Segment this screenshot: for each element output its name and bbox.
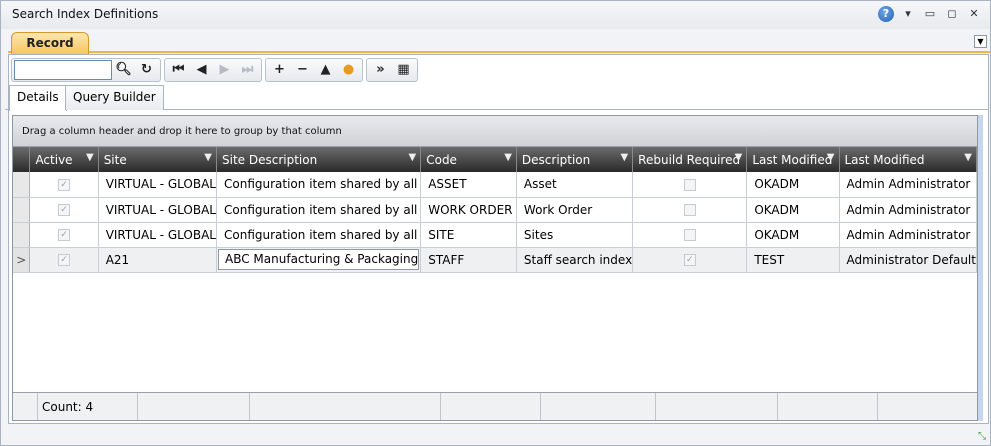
- column-header-description[interactable]: Description ▼: [516, 147, 634, 172]
- cell-last-modified-by[interactable]: OKADM: [746, 222, 840, 248]
- cell-code[interactable]: WORK ORDER: [420, 197, 517, 223]
- last-record-icon[interactable]: ⏭: [236, 60, 259, 80]
- cell-description[interactable]: Staff search index: [516, 247, 634, 273]
- cell-description[interactable]: Work Order: [516, 197, 634, 223]
- rebuild-checkbox[interactable]: [632, 172, 748, 198]
- filter-icon[interactable]: ▼: [204, 152, 212, 163]
- cell-last-modified-name[interactable]: Admin Administrator: [839, 222, 977, 248]
- tab-record[interactable]: Record: [11, 32, 89, 54]
- restore-button[interactable]: ◻: [944, 6, 960, 22]
- tab-query-builder[interactable]: Query Builder: [65, 85, 164, 110]
- table-row[interactable]: ✓ VIRTUAL - GLOBAL Configuration item sh…: [13, 222, 977, 248]
- filter-icon[interactable]: ▼: [827, 152, 835, 163]
- refresh-icon[interactable]: ↻: [135, 60, 158, 80]
- record-count: Count: 4: [38, 393, 138, 420]
- cell-site[interactable]: VIRTUAL - GLOBAL: [98, 197, 218, 223]
- filter-icon[interactable]: ▼: [620, 152, 628, 163]
- column-header-rebuild-required[interactable]: Rebuild Required ▼: [632, 147, 748, 172]
- filter-icon[interactable]: ▼: [735, 152, 743, 163]
- grid-footer: Count: 4: [13, 392, 977, 420]
- resize-grip-icon[interactable]: ⤡: [978, 431, 986, 442]
- toolbar: 🔍︎ ↻ ⏮ ◀ ▶ ⏭ + − ▲ ● » ▦: [11, 57, 421, 83]
- column-header-site-description[interactable]: Site Description ▼: [216, 147, 422, 172]
- cell-last-modified-by[interactable]: OKADM: [746, 197, 840, 223]
- active-checkbox[interactable]: ✓: [29, 222, 99, 248]
- grid-table: Active ▼ Site ▼ Site Description ▼ Code ▼ De…: [13, 147, 977, 273]
- title-bar: Search Index Definitions ? ▾ ▭ ◻ ✕: [1, 1, 990, 29]
- previous-record-icon[interactable]: ◀: [190, 60, 213, 80]
- table-row[interactable]: ✓ VIRTUAL - GLOBAL Configuration item sh…: [13, 172, 977, 198]
- row-selector[interactable]: [13, 172, 31, 198]
- move-up-icon[interactable]: ▲: [314, 60, 337, 80]
- cell-site[interactable]: A21: [98, 247, 218, 273]
- cell-last-modified-name[interactable]: Admin Administrator: [839, 172, 977, 198]
- cell-last-modified-by[interactable]: OKADM: [746, 172, 840, 198]
- cell-code[interactable]: ASSET: [420, 172, 517, 198]
- column-header-last-modified-name[interactable]: Last Modified ▼: [839, 147, 977, 172]
- active-checkbox[interactable]: ✓: [29, 247, 99, 273]
- column-header-last-modified-by[interactable]: Last Modified ▼: [746, 147, 840, 172]
- minimize-button[interactable]: ▭: [922, 6, 938, 22]
- cell-description[interactable]: Asset: [516, 172, 634, 198]
- cell-last-modified-by[interactable]: TEST: [746, 247, 840, 273]
- detail-tabs: Details Query Builder: [5, 83, 988, 111]
- filter-icon[interactable]: ▼: [409, 152, 417, 163]
- next-record-icon[interactable]: ▶: [213, 60, 236, 80]
- window-title: Search Index Definitions: [12, 7, 159, 21]
- cell-site-description[interactable]: ABC Manufacturing & Packaging: [218, 249, 420, 270]
- chevron-down-icon[interactable]: ▾: [900, 6, 916, 22]
- cell-site-description-editor[interactable]: ABC Manufacturing & Packaging: [216, 247, 422, 273]
- row-selector[interactable]: [13, 222, 31, 248]
- close-button[interactable]: ✕: [966, 6, 982, 22]
- window: Search Index Definitions ? ▾ ▭ ◻ ✕ Recor…: [0, 0, 991, 446]
- table-row[interactable]: > ✓ A21 ABC Manufacturing & Packaging ST…: [13, 247, 977, 273]
- vertical-scrollbar[interactable]: [978, 115, 983, 421]
- search-input[interactable]: [14, 60, 112, 80]
- record-tabstrip: Record ▼: [8, 31, 990, 54]
- cell-code[interactable]: STAFF: [420, 247, 517, 273]
- cell-site[interactable]: VIRTUAL - GLOBAL: [98, 172, 218, 198]
- active-checkbox[interactable]: ✓: [29, 197, 99, 223]
- row-selector[interactable]: [13, 197, 31, 223]
- column-header-active[interactable]: Active ▼: [29, 147, 99, 172]
- cell-description[interactable]: Sites: [516, 222, 634, 248]
- filter-icon[interactable]: ▼: [504, 152, 512, 163]
- cell-site-description[interactable]: Configuration item shared by all: [216, 222, 422, 248]
- tab-details[interactable]: Details: [9, 85, 67, 111]
- table-row[interactable]: ✓ VIRTUAL - GLOBAL Configuration item sh…: [13, 197, 977, 223]
- cell-last-modified-name[interactable]: Admin Administrator: [839, 197, 977, 223]
- rebuild-checkbox[interactable]: ✓: [632, 247, 748, 273]
- filter-icon[interactable]: ▼: [86, 152, 94, 163]
- rebuild-checkbox[interactable]: [632, 197, 748, 223]
- calculator-icon[interactable]: ▦: [392, 60, 415, 80]
- first-record-icon[interactable]: ⏮: [167, 60, 190, 80]
- add-record-icon[interactable]: +: [268, 60, 291, 80]
- record-panel: 🔍︎ ↻ ⏮ ◀ ▶ ⏭ + − ▲ ● » ▦ Details Query B…: [5, 54, 989, 424]
- users-icon[interactable]: ●: [337, 60, 360, 80]
- tab-menu-button[interactable]: ▼: [974, 35, 987, 48]
- cell-last-modified-name[interactable]: Administrator Default: [839, 247, 977, 273]
- more-icon[interactable]: »: [369, 60, 392, 80]
- cell-site-description[interactable]: Configuration item shared by all: [216, 197, 422, 223]
- cell-site-description[interactable]: Configuration item shared by all: [216, 172, 422, 198]
- current-row-indicator[interactable]: >: [13, 247, 31, 273]
- column-header-site[interactable]: Site ▼: [98, 147, 218, 172]
- help-icon[interactable]: ?: [878, 6, 894, 22]
- active-checkbox[interactable]: ✓: [29, 172, 99, 198]
- row-selector-header: [13, 147, 31, 172]
- data-grid: Drag a column header and drop it here to…: [12, 115, 978, 421]
- delete-record-icon[interactable]: −: [291, 60, 314, 80]
- filter-icon[interactable]: ▼: [964, 152, 972, 163]
- group-by-panel[interactable]: Drag a column header and drop it here to…: [13, 116, 977, 147]
- cell-site[interactable]: VIRTUAL - GLOBAL: [98, 222, 218, 248]
- column-header-code[interactable]: Code ▼: [420, 147, 517, 172]
- cell-code[interactable]: SITE: [420, 222, 517, 248]
- search-icon[interactable]: 🔍︎: [112, 60, 135, 80]
- rebuild-checkbox[interactable]: [632, 222, 748, 248]
